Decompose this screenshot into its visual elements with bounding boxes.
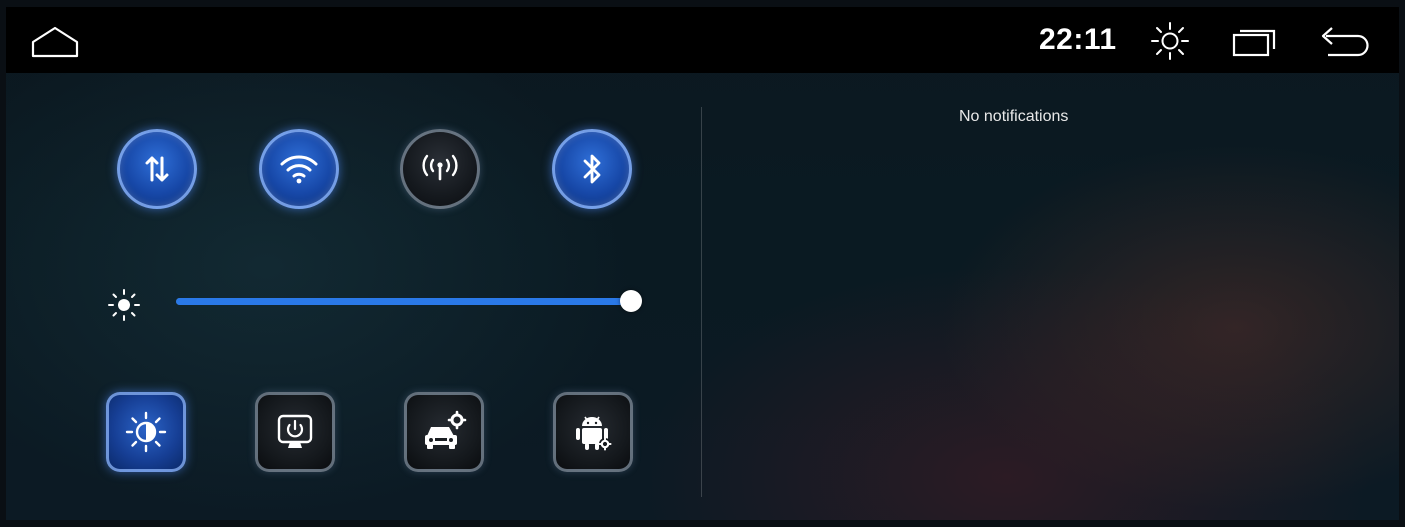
wifi-toggle[interactable] — [259, 129, 339, 209]
bluetooth-icon — [583, 154, 601, 184]
brightness-slider-track[interactable] — [176, 298, 631, 305]
brightness-slider-fill — [176, 298, 631, 305]
brightness-button[interactable] — [1150, 21, 1190, 61]
car-settings-icon — [425, 410, 467, 449]
android-settings-icon — [576, 416, 612, 451]
hotspot-toggle[interactable] — [400, 129, 480, 209]
car-settings-button[interactable] — [404, 392, 484, 472]
clock: 22:11 — [1039, 23, 1117, 56]
screen-power-icon — [277, 414, 313, 448]
brightness-icon — [1151, 22, 1189, 60]
panel-divider — [701, 107, 702, 497]
recent-apps-button[interactable] — [1232, 27, 1276, 57]
wifi-icon — [280, 155, 318, 184]
no-notifications-text: No notifications — [959, 108, 1069, 125]
hotspot-icon — [422, 154, 458, 181]
home-icon — [31, 26, 79, 58]
screen-off-button[interactable] — [255, 392, 335, 472]
data-transfer-icon — [145, 156, 169, 182]
status-bar: 22:11 — [6, 7, 1399, 73]
mobile-data-toggle[interactable] — [117, 129, 197, 209]
android-settings-button[interactable] — [553, 392, 633, 472]
brightness-low-icon — [106, 287, 142, 323]
recent-apps-icon — [1232, 29, 1276, 57]
bluetooth-toggle[interactable] — [552, 129, 632, 209]
back-icon — [1321, 27, 1369, 57]
back-button[interactable] — [1316, 25, 1372, 57]
quick-settings-panel: 22:11 No notifications — [6, 7, 1399, 520]
display-mode-button[interactable] — [106, 392, 186, 472]
contrast-brightness-icon — [125, 411, 167, 453]
home-button[interactable] — [30, 25, 80, 59]
brightness-slider-thumb[interactable] — [620, 290, 642, 312]
